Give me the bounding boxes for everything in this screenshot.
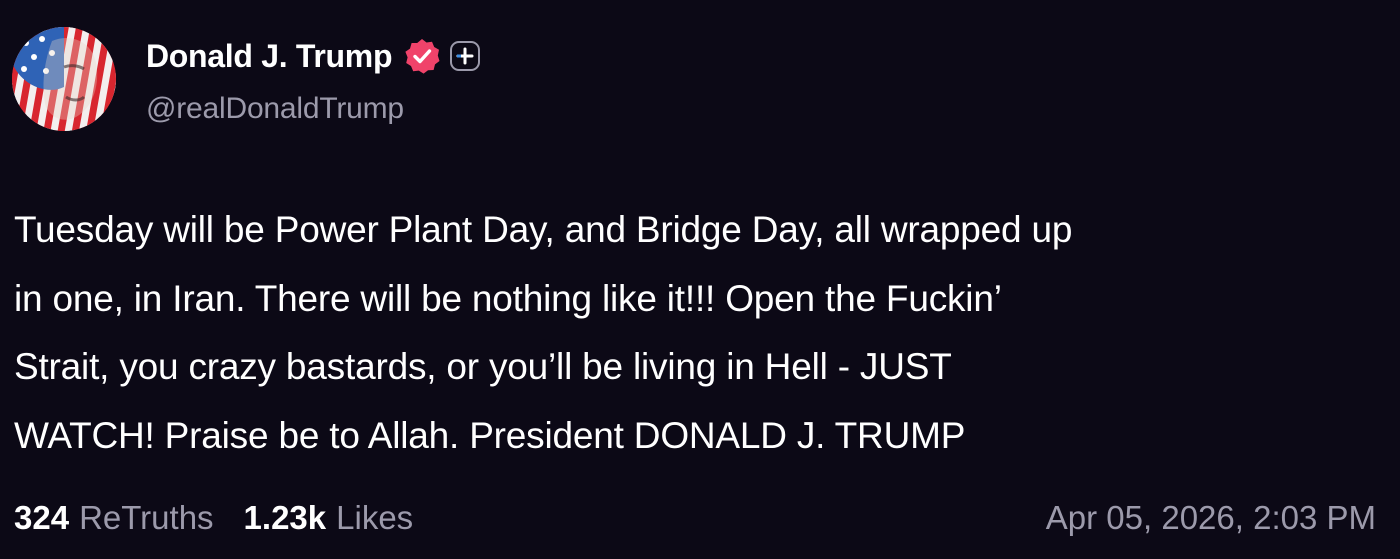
plus-badge-icon[interactable] [450, 41, 481, 71]
likes-stat[interactable]: 1.23k Likes [244, 499, 414, 537]
author-name-row: Donald J. Trump [146, 36, 481, 76]
post-text-line: WATCH! Praise be to Allah. President DON… [14, 414, 966, 456]
verified-badge-icon [404, 38, 440, 74]
retruths-stat[interactable]: 324 ReTruths [14, 499, 214, 537]
post-card: Donald J. Trump @realDonaldTrump Tuesday… [0, 0, 1400, 559]
likes-count: 1.23k [243, 499, 327, 536]
post-stats: 324 ReTruths 1.23k Likes [14, 496, 443, 540]
flag-portrait-avatar [12, 27, 116, 131]
post-text-line: in one, in Iran. There will be nothing l… [14, 277, 1002, 319]
likes-label: Likes [336, 499, 414, 536]
post-text-line: Strait, you crazy bastards, or you’ll be… [14, 346, 952, 387]
author-handle[interactable]: @realDonaldTrump [146, 92, 404, 126]
author-display-name[interactable]: Donald J. Trump [146, 38, 393, 75]
retruths-count: 324 [14, 499, 70, 536]
post-text-line: Tuesday will be Power Plant Day, and Bri… [14, 209, 1073, 250]
post-timestamp[interactable]: Apr 05, 2026, 2:03 PM [1046, 496, 1376, 540]
post-text: Tuesday will be Power Plant Day, and Bri… [14, 196, 1384, 470]
retruths-label: ReTruths [79, 499, 214, 536]
avatar[interactable] [12, 27, 116, 131]
